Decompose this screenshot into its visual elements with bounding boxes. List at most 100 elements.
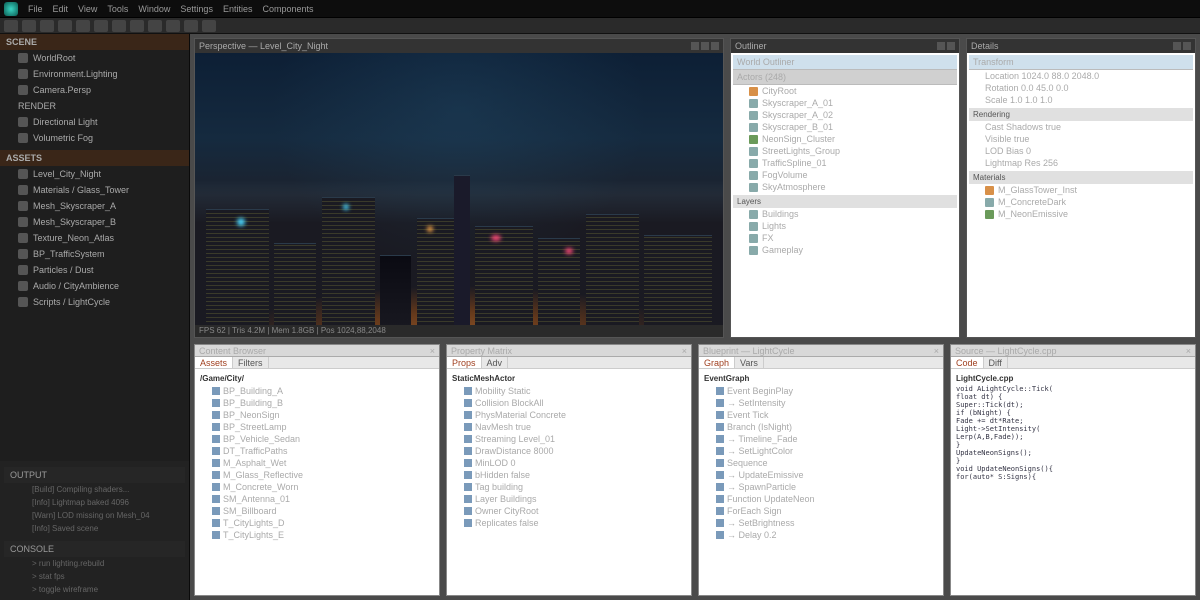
list-item[interactable]: NavMesh true: [450, 421, 688, 433]
tab-assets[interactable]: Assets: [195, 357, 233, 368]
asset-item[interactable]: Scripts / LightCycle: [0, 294, 189, 310]
minimize-icon[interactable]: [1173, 42, 1181, 50]
close-icon[interactable]: [711, 42, 719, 50]
tool-select-icon[interactable]: [130, 20, 144, 32]
close-icon[interactable]: ×: [1186, 346, 1191, 355]
layer-item[interactable]: FX: [733, 232, 957, 244]
menu-settings[interactable]: Settings: [180, 4, 213, 14]
tab-vars[interactable]: Vars: [735, 357, 764, 368]
list-item[interactable]: Sequence: [702, 457, 940, 469]
asset-item[interactable]: Audio / CityAmbience: [0, 278, 189, 294]
sidebar-render-label[interactable]: RENDER: [0, 98, 189, 114]
property-row[interactable]: LOD Bias 0: [969, 145, 1193, 157]
list-item[interactable]: T_CityLights_D: [198, 517, 436, 529]
list-item[interactable]: Event BeginPlay: [702, 385, 940, 397]
list-item[interactable]: Function UpdateNeon: [702, 493, 940, 505]
list-item[interactable]: → Timeline_Fade: [702, 433, 940, 445]
outliner-item[interactable]: Skyscraper_B_01: [733, 121, 957, 133]
list-item[interactable]: ForEach Sign: [702, 505, 940, 517]
sidebar-assets-header[interactable]: ASSETS: [0, 150, 189, 166]
list-item[interactable]: DrawDistance 8000: [450, 445, 688, 457]
close-icon[interactable]: ×: [430, 346, 435, 355]
outliner-item[interactable]: FogVolume: [733, 169, 957, 181]
outliner-item[interactable]: Skyscraper_A_02: [733, 109, 957, 121]
tool-pause-icon[interactable]: [76, 20, 90, 32]
property-row[interactable]: Lightmap Res 256: [969, 157, 1193, 169]
property-row[interactable]: Scale 1.0 1.0 1.0: [969, 94, 1193, 106]
scene-item[interactable]: Camera.Persp: [0, 82, 189, 98]
panel-titlebar[interactable]: Content Browser×: [195, 345, 439, 357]
material-slot[interactable]: M_NeonEmissive: [969, 208, 1193, 220]
sidebar-scene-header[interactable]: SCENE: [0, 34, 189, 50]
scene-item[interactable]: Environment.Lighting: [0, 66, 189, 82]
asset-item[interactable]: Level_City_Night: [0, 166, 189, 182]
tab-props[interactable]: Props: [447, 357, 482, 368]
scene-item[interactable]: WorldRoot: [0, 50, 189, 66]
asset-item[interactable]: Particles / Dust: [0, 262, 189, 278]
list-item[interactable]: Owner CityRoot: [450, 505, 688, 517]
asset-item[interactable]: Materials / Glass_Tower: [0, 182, 189, 198]
tab-diff[interactable]: Diff: [984, 357, 1008, 368]
tool-save-icon[interactable]: [4, 20, 18, 32]
viewport-titlebar[interactable]: Perspective — Level_City_Night: [195, 39, 723, 53]
asset-item[interactable]: Texture_Neon_Atlas: [0, 230, 189, 246]
close-icon[interactable]: ×: [934, 346, 939, 355]
list-item[interactable]: T_CityLights_E: [198, 529, 436, 541]
menu-view[interactable]: View: [78, 4, 97, 14]
console-header[interactable]: CONSOLE: [4, 541, 185, 557]
outliner-item[interactable]: StreetLights_Group: [733, 145, 957, 157]
layer-item[interactable]: Buildings: [733, 208, 957, 220]
menu-window[interactable]: Window: [138, 4, 170, 14]
menu-tools[interactable]: Tools: [107, 4, 128, 14]
layer-item[interactable]: Lights: [733, 220, 957, 232]
list-item[interactable]: → SetBrightness: [702, 517, 940, 529]
outliner-titlebar[interactable]: Outliner: [731, 39, 959, 53]
list-item[interactable]: BP_NeonSign: [198, 409, 436, 421]
list-item[interactable]: Streaming Level_01: [450, 433, 688, 445]
list-item[interactable]: Mobility Static: [450, 385, 688, 397]
list-item[interactable]: Branch (IsNight): [702, 421, 940, 433]
list-item[interactable]: → SetLightColor: [702, 445, 940, 457]
tool-undo-icon[interactable]: [22, 20, 36, 32]
outliner-item[interactable]: SkyAtmosphere: [733, 181, 957, 193]
material-slot[interactable]: M_GlassTower_Inst: [969, 184, 1193, 196]
tab-graph[interactable]: Graph: [699, 357, 735, 368]
tab-code[interactable]: Code: [951, 357, 984, 368]
tool-settings-icon[interactable]: [112, 20, 126, 32]
minimize-icon[interactable]: [937, 42, 945, 50]
list-item[interactable]: M_Concrete_Worn: [198, 481, 436, 493]
outliner-item[interactable]: NeonSign_Cluster: [733, 133, 957, 145]
close-icon[interactable]: [1183, 42, 1191, 50]
details-titlebar[interactable]: Details: [967, 39, 1195, 53]
list-item[interactable]: → SetIntensity: [702, 397, 940, 409]
list-item[interactable]: Collision BlockAll: [450, 397, 688, 409]
property-row[interactable]: Rotation 0.0 45.0 0.0: [969, 82, 1193, 94]
menu-file[interactable]: File: [28, 4, 43, 14]
list-item[interactable]: BP_StreetLamp: [198, 421, 436, 433]
panel-titlebar[interactable]: Property Matrix×: [447, 345, 691, 357]
outliner-item[interactable]: Skyscraper_A_01: [733, 97, 957, 109]
list-item[interactable]: SM_Billboard: [198, 505, 436, 517]
list-item[interactable]: Tag building: [450, 481, 688, 493]
outliner-item[interactable]: TrafficSpline_01: [733, 157, 957, 169]
list-item[interactable]: Event Tick: [702, 409, 940, 421]
list-item[interactable]: bHidden false: [450, 469, 688, 481]
tab-adv[interactable]: Adv: [482, 357, 509, 368]
tool-rotate-icon[interactable]: [166, 20, 180, 32]
tool-build-icon[interactable]: [94, 20, 108, 32]
property-row[interactable]: Location 1024.0 88.0 2048.0: [969, 70, 1193, 82]
list-item[interactable]: MinLOD 0: [450, 457, 688, 469]
tool-scale-icon[interactable]: [184, 20, 198, 32]
list-item[interactable]: Layer Buildings: [450, 493, 688, 505]
maximize-icon[interactable]: [701, 42, 709, 50]
close-icon[interactable]: ×: [682, 346, 687, 355]
list-item[interactable]: DT_TrafficPaths: [198, 445, 436, 457]
scene-item[interactable]: Volumetric Fog: [0, 130, 189, 146]
panel-titlebar[interactable]: Blueprint — LightCycle×: [699, 345, 943, 357]
list-item[interactable]: BP_Building_B: [198, 397, 436, 409]
menu-edit[interactable]: Edit: [53, 4, 69, 14]
asset-item[interactable]: Mesh_Skyscraper_A: [0, 198, 189, 214]
list-item[interactable]: → UpdateEmissive: [702, 469, 940, 481]
scene-item[interactable]: Directional Light: [0, 114, 189, 130]
layer-item[interactable]: Gameplay: [733, 244, 957, 256]
